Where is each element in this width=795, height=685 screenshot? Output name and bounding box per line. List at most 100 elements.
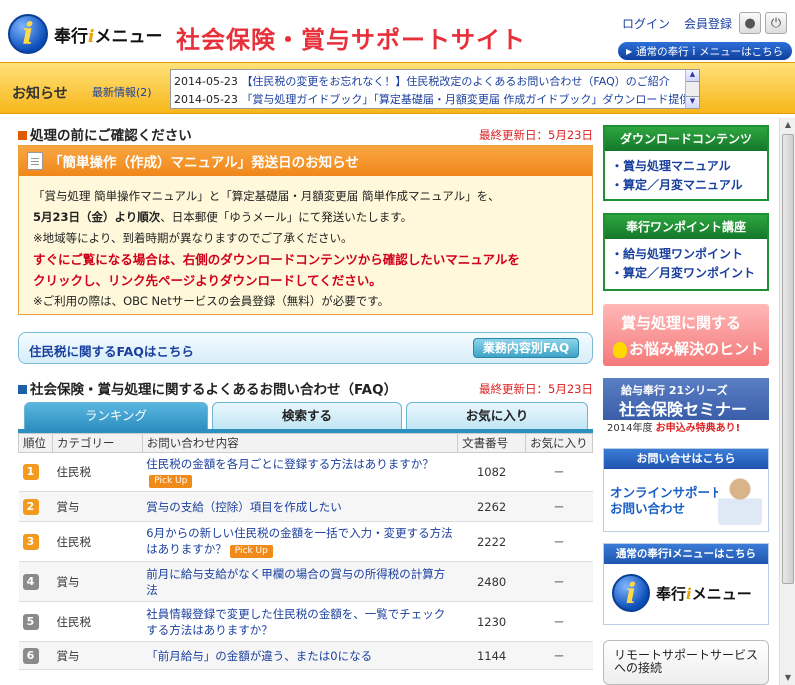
online-support-line2: お問い合わせ: [610, 501, 686, 516]
question-link[interactable]: 「前月給与」の金額が違う、または0になる: [146, 649, 372, 663]
table-row: 1 住民税 住民税の金額を各月ごとに登録する方法はありますか？ Pick Up 1…: [18, 452, 593, 492]
onepoint-title: 奉行ワンポイント講座: [605, 215, 767, 239]
manual-notice-body: 「賞与処理 簡単操作マニュアル」と「算定基礎届・月額変更届 簡単作成マニュアル」…: [19, 176, 592, 322]
online-support-text: オンラインサポート お問い合わせ: [610, 485, 723, 517]
user-icon[interactable]: ●: [739, 12, 761, 34]
power-icon[interactable]: ⏻: [765, 12, 787, 34]
row-category: 住民税: [52, 452, 143, 492]
onepoint-box: 奉行ワンポイント講座 ・給与処理ワンポイント ・算定／月変ワンポイント: [603, 213, 769, 291]
logo-text-main: 奉行: [54, 26, 88, 47]
logo-text: 奉行iメニュー: [656, 583, 752, 604]
row-favorite[interactable]: －: [525, 601, 593, 642]
normal-menu-button[interactable]: ▶ 通常の奉行ｉメニューはこちら: [618, 42, 792, 60]
seminar-banner[interactable]: 給与奉行 21シリーズ 社会保険セミナー 2014年度 お申込み特典あり!: [603, 378, 769, 438]
col-rank: 順位: [18, 433, 53, 453]
logo-text-suffix: メニュー: [691, 584, 752, 603]
tab-search[interactable]: 検索する: [212, 402, 402, 430]
manual-notice-title: 「簡単操作（作成）マニュアル」発送日のお知らせ: [49, 155, 359, 171]
resident-tax-faq-link[interactable]: 住民税に関するFAQはこちら: [29, 341, 194, 360]
confirm-section-title: 処理の前にご確認ください: [30, 128, 192, 144]
row-doc-number: 1230: [457, 601, 526, 642]
question-link[interactable]: 賞与の支給（控除）項目を作成したい: [146, 500, 342, 514]
row-doc-number: 1082: [457, 452, 526, 492]
table-row: 4 賞与 前月に給与支給がなく甲欄の場合の賞与の所得税の計算方法 2480 －: [18, 561, 593, 602]
remote-support-banner[interactable]: リモートサポートサービス への接続: [603, 640, 769, 685]
row-category: 住民税: [52, 601, 143, 642]
scroll-down-icon[interactable]: ▼: [686, 96, 699, 108]
page-scrollbar[interactable]: ▲ ▼: [779, 118, 795, 685]
row-favorite[interactable]: －: [525, 491, 593, 522]
notice-text: 5月23日（金）より順次、日本郵便「ゆうメール」にて発送いたします。: [33, 207, 578, 228]
row-favorite[interactable]: －: [525, 521, 593, 562]
latest-info-link[interactable]: 最新情報(2): [92, 84, 152, 100]
seminar-bonus-text: お申込み特典あり!: [655, 423, 741, 434]
register-link[interactable]: 会員登録: [684, 15, 732, 32]
bugyo-i-menu-logo[interactable]: i 奉行iメニュー: [8, 14, 162, 54]
download-link-calc-manual[interactable]: ・算定／月変マニュアル: [605, 174, 767, 193]
tab-favorites[interactable]: お気に入り: [406, 402, 588, 430]
remote-support-line2: への接続: [614, 661, 663, 675]
onepoint-link-payroll[interactable]: ・給与処理ワンポイント: [605, 239, 767, 262]
scrollbar-thumb[interactable]: [782, 134, 794, 584]
faq-ranking-table: 順位 カテゴリー お問い合わせ内容 文書番号 お気に入り 1 住民税 住民税の金…: [18, 433, 593, 670]
confirm-section-header: 処理の前にご確認ください 最終更新日：5月23日: [18, 124, 593, 144]
col-category: カテゴリー: [51, 433, 143, 453]
logo-text-suffix: メニュー: [94, 26, 163, 47]
onepoint-link-calc[interactable]: ・算定／月変ワンポイント: [605, 262, 767, 281]
table-row: 2 賞与 賞与の支給（控除）項目を作成したい 2262 －: [18, 491, 593, 522]
row-favorite[interactable]: －: [525, 641, 593, 670]
faq-section-title: 社会保険・賞与処理に関するよくあるお問い合わせ（FAQ）: [30, 382, 398, 398]
rank-badge: 2: [22, 498, 39, 515]
triangle-right-icon: ▶: [626, 46, 633, 56]
normal-menu-button-label: 通常の奉行ｉメニューはこちら: [636, 45, 784, 58]
row-doc-number: 2480: [457, 561, 526, 602]
question-link[interactable]: 前月に給与支給がなく甲欄の場合の賞与の所得税の計算方法: [146, 567, 445, 597]
notice-text-rest: 、日本郵便「ゆうメール」にて発送いたします。: [160, 210, 413, 224]
rank-badge: 1: [22, 464, 39, 480]
notice-red-text: クリックし、リンク先ページよりダウンロードしてください。: [33, 273, 382, 288]
document-icon: [27, 152, 43, 170]
table-header-row: 順位 カテゴリー お問い合わせ内容 文書番号 お気に入り: [18, 433, 593, 453]
online-support-banner[interactable]: お問い合せはこちら オンラインサポート お問い合わせ: [603, 448, 769, 532]
notice-text: ※地域等により、到着時期が異なりますのでご了承ください。: [33, 231, 353, 245]
notice-date: 2014-05-23: [174, 75, 238, 88]
row-favorite[interactable]: －: [525, 561, 593, 602]
business-faq-button[interactable]: 業務内容別FAQ: [473, 338, 579, 358]
rank-badge: 4: [22, 573, 39, 590]
page: i 奉行iメニュー 社会保険・賞与サポートサイト ログイン 会員登録 ● ⏻ ▶…: [0, 0, 795, 685]
seminar-banner-line2: 社会保険セミナー: [619, 400, 748, 419]
notice-link[interactable]: 「賞与処理ガイドブック」「算定基礎届・月額変更届 作成ガイドブック」ダウンロード…: [241, 93, 699, 106]
seminar-year: 2014年度: [607, 423, 656, 434]
col-favorite: お気に入り: [525, 433, 593, 453]
table-row: 5 住民税 社員情報登録で変更した住民税の金額を、一覧でチェックする方法はありま…: [18, 601, 593, 642]
question-link[interactable]: 住民税の金額を各月ごとに登録する方法はありますか？: [146, 457, 434, 471]
faq-tabs: ランキング 検索する お気に入り: [24, 402, 592, 430]
normal-menu-banner[interactable]: 通常の奉行iメニューはこちら i 奉行iメニュー: [603, 543, 769, 625]
question-link[interactable]: 社員情報登録で変更した住民税の金額を、一覧でチェックする方法はありますか？: [146, 607, 445, 637]
col-question: お問い合わせ内容: [141, 433, 459, 453]
scroll-up-icon[interactable]: ▲: [686, 70, 699, 82]
bugyo-i-menu-logo-small: i 奉行iメニュー: [612, 574, 752, 612]
header-links: ログイン 会員登録: [622, 15, 732, 32]
scroll-up-icon[interactable]: ▲: [781, 118, 795, 132]
login-link[interactable]: ログイン: [622, 15, 670, 32]
operator-person-icon: [718, 477, 762, 525]
tab-ranking[interactable]: ランキング: [24, 402, 208, 430]
notice-scrollbar[interactable]: ▲ ▼: [685, 70, 699, 108]
notice-bar: お知らせ 最新情報(2) 2014-05-23 【住民税の変更をお忘れなく！】住…: [0, 62, 795, 114]
download-link-bonus-manual[interactable]: ・賞与処理マニュアル: [605, 151, 767, 174]
notice-item[interactable]: 2014-05-23 【住民税の変更をお忘れなく！】住民税改定のよくあるお問い合…: [171, 70, 699, 88]
resident-tax-faq-bar[interactable]: 住民税に関するFAQはこちら 業務内容別FAQ: [18, 332, 593, 364]
table-row: 6 賞与 「前月給与」の金額が違う、または0になる 1144 －: [18, 641, 593, 670]
pickup-badge: Pick Up: [149, 475, 193, 488]
scroll-down-icon[interactable]: ▼: [781, 671, 795, 685]
bonus-tips-banner[interactable]: 賞与処理に関する お悩み解決のヒント: [603, 304, 769, 366]
online-support-line1: オンラインサポート: [610, 485, 723, 500]
row-favorite[interactable]: －: [525, 452, 593, 492]
notice-item[interactable]: 2014-05-23 「賞与処理ガイドブック」「算定基礎届・月額変更届 作成ガイ…: [171, 88, 699, 106]
bonus-banner-line2-text: お悩み解決のヒント: [629, 340, 765, 358]
notice-date: 2014-05-23: [174, 93, 238, 106]
header: i 奉行iメニュー 社会保険・賞与サポートサイト ログイン 会員登録 ● ⏻ ▶…: [0, 0, 795, 62]
question-link[interactable]: 6月からの新しい住民税の金額を一括で入力・変更する方法はありますか？: [146, 526, 452, 556]
notice-link[interactable]: 【住民税の変更をお忘れなく！】住民税改定のよくあるお問い合わせ（FAQ）のご紹介: [241, 75, 669, 88]
